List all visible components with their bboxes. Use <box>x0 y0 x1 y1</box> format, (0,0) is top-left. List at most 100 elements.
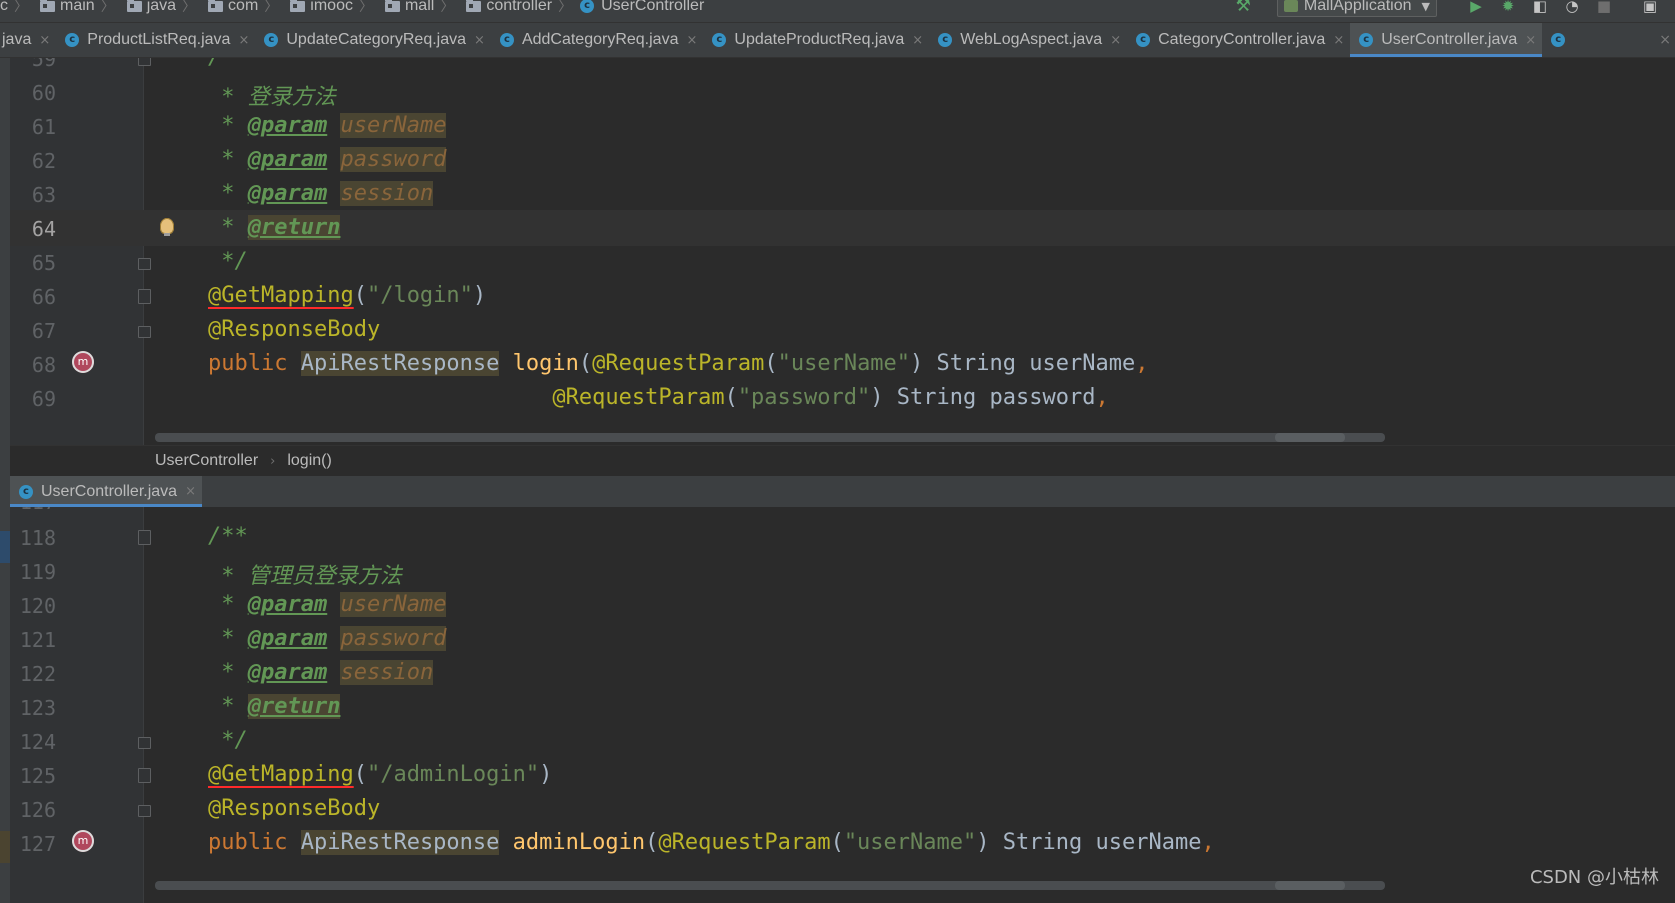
line-number: 127 <box>19 832 56 856</box>
horizontal-scrollbar[interactable] <box>155 881 1385 890</box>
coverage-icon[interactable]: ◧ <box>1529 0 1551 16</box>
code-line: 126 @ResponseBody <box>10 791 1675 827</box>
profile-icon[interactable]: ◔ <box>1561 0 1583 16</box>
tab-java[interactable]: java × <box>0 23 56 57</box>
fold-icon[interactable] <box>138 326 151 338</box>
code-line: 69 @RequestParam("password") String pass… <box>10 380 1675 416</box>
code-line: 65 */ <box>10 244 1675 280</box>
line-number: 62 <box>31 149 56 173</box>
method-name: login <box>512 351 579 376</box>
crumb-label: imooc <box>310 0 353 14</box>
folder-icon <box>384 0 400 12</box>
class-icon: c <box>1359 33 1374 47</box>
line-number: 119 <box>19 560 56 584</box>
bottom-editor-pane[interactable]: 117 118 /** 119 * 管理员登录方法 120 * @param u… <box>10 507 1675 903</box>
param-name-string: "userName" <box>843 830 977 855</box>
tab-categorycontroller[interactable]: c CategoryController.java × <box>1127 23 1350 57</box>
return-type: ApiRestResponse <box>300 830 500 855</box>
close-icon[interactable]: × <box>686 33 697 48</box>
class-icon: c <box>712 33 727 47</box>
run-icon[interactable]: ▶ <box>1465 0 1487 16</box>
mapping-path-string: "/login" <box>366 283 473 308</box>
tab-productlistreq[interactable]: c ProductListReq.java × <box>56 23 255 57</box>
code-line: 66 @GetMapping("/login") <box>10 278 1675 314</box>
fold-icon[interactable] <box>138 530 151 545</box>
javadoc-param-tag: @param <box>247 626 328 651</box>
crumb-main[interactable]: main 〉 <box>32 0 115 16</box>
line-number: 123 <box>19 696 56 720</box>
run-toolbar: ⚒ MallApplication ▼ ▶ ✹ ◧ ◔ ■ ▣ <box>1236 0 1675 17</box>
get-mapping-annotation: @GetMapping <box>208 283 354 308</box>
spring-request-mapping-icon[interactable]: m <box>72 830 94 852</box>
fold-icon[interactable] <box>138 737 151 749</box>
folder-icon <box>208 0 224 12</box>
close-icon[interactable]: × <box>185 484 196 499</box>
scrollbar-thumb[interactable] <box>1275 881 1345 890</box>
breadcrumb-class[interactable]: UserController <box>155 452 258 470</box>
structure-marker <box>0 831 10 863</box>
top-editor-pane[interactable]: 59 /** 60 * 登录方法 61 * @param userName 62… <box>10 58 1675 445</box>
close-icon[interactable]: × <box>1525 33 1536 48</box>
scrollbar-thumb[interactable] <box>1275 433 1345 442</box>
close-icon[interactable]: × <box>1110 33 1121 48</box>
param-type: String <box>1002 830 1083 855</box>
doc-comment-title: 登录方法 <box>247 85 336 110</box>
javadoc-param-tag: @param <box>247 592 328 617</box>
fold-icon[interactable] <box>138 805 151 817</box>
close-icon[interactable]: × <box>238 33 249 48</box>
fold-icon[interactable] <box>138 768 151 783</box>
code-line: 68 m public ApiRestResponse login(@Reque… <box>10 346 1675 382</box>
close-icon[interactable]: × <box>912 33 923 48</box>
crumb-label: UserController <box>601 0 705 14</box>
chevron-right-icon: 〉 <box>14 0 28 14</box>
crumb-mall[interactable]: mall 〉 <box>377 0 454 16</box>
close-icon[interactable]: × <box>39 33 50 48</box>
line-number: 117 <box>10 507 56 514</box>
tab-usercontroller-split[interactable]: c UserController.java × <box>10 476 202 507</box>
run-configuration-select[interactable]: MallApplication ▼ <box>1276 0 1437 17</box>
crumb-controller[interactable]: controller 〉 <box>458 0 572 16</box>
build-hammer-icon[interactable]: ⚒ <box>1236 0 1251 16</box>
current-code-line: 64 * @return <box>10 210 1675 246</box>
folder-icon <box>466 0 482 12</box>
crumb-usercontroller[interactable]: c UserController <box>576 0 704 15</box>
stop-icon[interactable]: ■ <box>1593 0 1615 16</box>
crumb-label: controller <box>486 0 553 14</box>
fold-icon[interactable] <box>138 258 151 270</box>
tab-updatecategoryreq[interactable]: c UpdateCategoryReq.java × <box>255 23 491 57</box>
comment-open: /** <box>208 58 248 70</box>
line-number: 126 <box>19 798 56 822</box>
crumb-imooc[interactable]: imooc 〉 <box>282 0 373 16</box>
line-number: 125 <box>19 764 56 788</box>
horizontal-scrollbar[interactable] <box>155 433 1385 442</box>
param-type: String <box>896 385 977 410</box>
project-structure-icon[interactable]: ▣ <box>1639 0 1661 16</box>
line-number: 121 <box>19 628 56 652</box>
javadoc-return-tag: @return <box>247 215 341 240</box>
crumb-root[interactable]: c 〉 <box>0 0 28 16</box>
chevron-right-icon: 〉 <box>264 0 279 14</box>
line-number: 69 <box>31 387 56 411</box>
tab-usercontroller[interactable]: c UserController.java × <box>1350 23 1543 57</box>
fold-icon[interactable] <box>138 289 151 304</box>
fold-icon[interactable] <box>138 58 151 66</box>
close-icon[interactable]: × <box>474 33 485 48</box>
tab-weblogaspect[interactable]: c WebLogAspect.java × <box>929 23 1127 57</box>
code-line: 127 m public ApiRestResponse adminLogin(… <box>10 825 1675 861</box>
line-number: 60 <box>31 81 56 105</box>
breadcrumb-method[interactable]: login() <box>287 452 331 470</box>
close-icon[interactable]: × <box>1333 33 1344 48</box>
close-icon[interactable]: × <box>1659 23 1671 57</box>
tab-overflow[interactable]: c <box>1542 23 1573 57</box>
tab-label: AddCategoryReq.java <box>521 31 679 48</box>
crumb-java[interactable]: java 〉 <box>119 0 196 16</box>
spring-request-mapping-icon[interactable]: m <box>72 351 94 373</box>
crumb-com[interactable]: com 〉 <box>200 0 278 16</box>
spring-boot-icon <box>1283 0 1298 12</box>
tab-updateproductreq[interactable]: c UpdateProductReq.java × <box>703 23 929 57</box>
tab-addcategoryreq[interactable]: c AddCategoryReq.java × <box>491 23 703 57</box>
code-line: 63 * @param session <box>10 176 1675 212</box>
lightbulb-icon[interactable] <box>160 218 174 236</box>
debug-icon[interactable]: ✹ <box>1497 0 1519 16</box>
chevron-right-icon: 〉 <box>440 0 455 14</box>
